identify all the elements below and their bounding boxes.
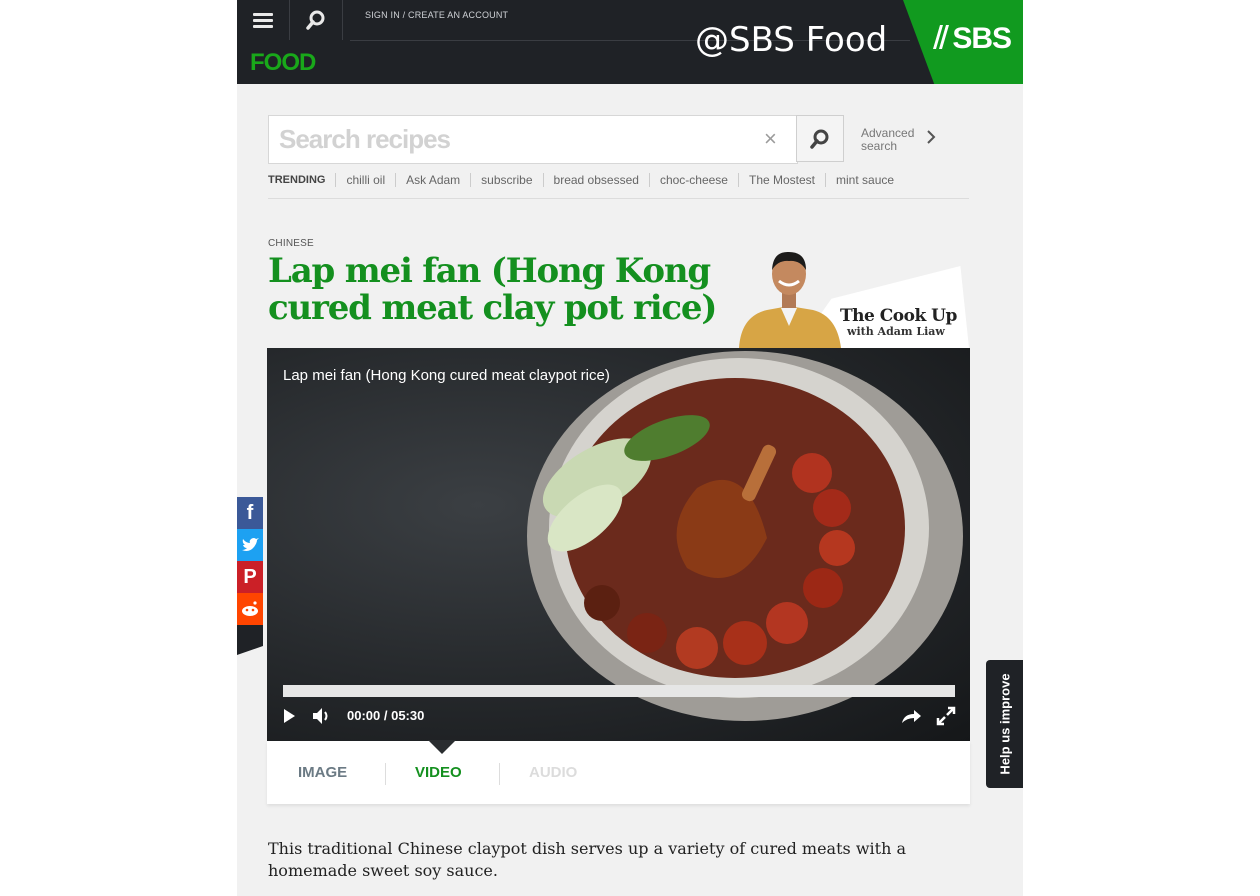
- facebook-icon[interactable]: f: [237, 497, 263, 529]
- trending-item[interactable]: subscribe: [470, 173, 542, 187]
- recipe-title: Lap mei fan (Hong Kong cured meat clay p…: [268, 251, 717, 328]
- presenter-image: [739, 251, 841, 348]
- recipe-category[interactable]: CHINESE: [268, 238, 314, 249]
- promo-subtitle: with Adam Liaw: [847, 325, 945, 338]
- chevron-right-icon[interactable]: [926, 129, 936, 145]
- video-progress-bar[interactable]: [283, 685, 955, 697]
- menu-button[interactable]: [237, 0, 290, 40]
- trending-item[interactable]: chilli oil: [335, 173, 395, 187]
- promo-title: The Cook Up: [840, 306, 957, 326]
- search-icon: [810, 129, 829, 149]
- search-input[interactable]: [269, 116, 759, 163]
- help-label: Help us improve: [997, 673, 1012, 775]
- clear-search-icon[interactable]: ×: [764, 126, 777, 152]
- search-icon: [306, 10, 325, 30]
- play-icon[interactable]: [281, 705, 297, 727]
- recipe-description: This traditional Chinese claypot dish se…: [268, 839, 906, 880]
- advanced-search-line2: search: [861, 139, 898, 153]
- search-submit-button[interactable]: [796, 115, 844, 162]
- tab-audio[interactable]: AUDIO: [529, 764, 577, 781]
- cook-up-promo[interactable]: The Cook Up with Adam Liaw: [737, 248, 970, 348]
- trending-item[interactable]: bread obsessed: [542, 173, 649, 187]
- sbs-wave-icon: [933, 25, 950, 49]
- trending-item[interactable]: mint sauce: [825, 173, 904, 187]
- media-tabs: IMAGE VIDEO AUDIO: [267, 740, 970, 804]
- twitter-icon[interactable]: [237, 529, 263, 561]
- share-icon[interactable]: [899, 705, 923, 727]
- trending-item[interactable]: choc-cheese: [648, 173, 738, 187]
- reddit-icon[interactable]: [237, 593, 263, 625]
- tab-video[interactable]: VIDEO: [415, 764, 462, 781]
- tab-divider: [499, 763, 500, 785]
- social-bar-tail: [237, 625, 263, 655]
- search-box: ×: [268, 115, 798, 164]
- site-header: SIGN IN / CREATE AN ACCOUNT FOOD @SBS Fo…: [237, 0, 1023, 84]
- trending-bar: TRENDING chilli oil Ask Adam subscribe b…: [268, 172, 904, 188]
- tab-image[interactable]: IMAGE: [298, 764, 347, 781]
- trending-item[interactable]: Ask Adam: [395, 173, 470, 187]
- fullscreen-icon[interactable]: [935, 705, 957, 727]
- food-logo[interactable]: FOOD: [250, 49, 316, 77]
- social-share-bar: f P: [237, 497, 263, 655]
- video-title: Lap mei fan (Hong Kong cured meat claypo…: [283, 367, 610, 384]
- trending-label: TRENDING: [268, 174, 326, 186]
- page: SIGN IN / CREATE AN ACCOUNT FOOD @SBS Fo…: [237, 0, 1023, 896]
- video-player[interactable]: Lap mei fan (Hong Kong cured meat claypo…: [267, 348, 970, 741]
- header-search-button[interactable]: [290, 0, 343, 40]
- sbs-logo[interactable]: SBS: [930, 22, 1012, 56]
- divider: [268, 198, 969, 199]
- help-us-improve-tab[interactable]: Help us improve: [986, 660, 1023, 788]
- trending-item[interactable]: The Mostest: [737, 173, 825, 187]
- video-time: 00:00 / 05:30: [347, 708, 425, 723]
- sbs-brand-text: SBS: [952, 22, 1012, 55]
- volume-icon[interactable]: [311, 705, 333, 727]
- tab-divider: [385, 763, 386, 785]
- video-thumbnail: [527, 351, 963, 721]
- pinterest-icon[interactable]: P: [237, 561, 263, 593]
- watermark-text: @SBS Food: [695, 20, 888, 60]
- active-tab-pointer: [428, 740, 456, 754]
- hamburger-menu-icon: [253, 10, 273, 31]
- advanced-search-link[interactable]: Advanced search: [861, 127, 914, 153]
- signin-link[interactable]: SIGN IN / CREATE AN ACCOUNT: [365, 10, 508, 20]
